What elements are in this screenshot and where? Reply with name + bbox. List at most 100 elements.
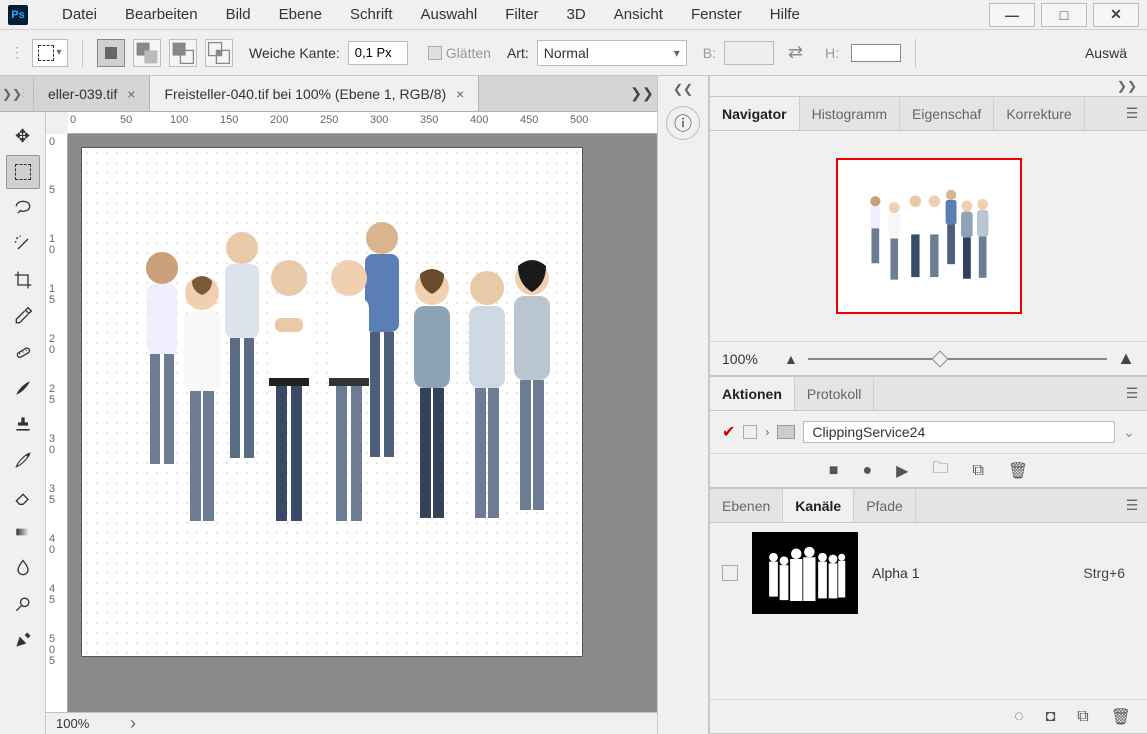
canvas-area: 050100150200250300350400450500 051 01 52… [46,112,657,734]
menu-ansicht[interactable]: Ansicht [600,2,677,27]
action-set-row[interactable]: ✔ › ClippingService24 ⌄ [718,417,1139,447]
chevron-down-icon[interactable]: ⌄ [1123,424,1135,441]
channel-thumbnail [752,532,858,614]
menu-bild[interactable]: Bild [212,2,265,27]
new-action-icon[interactable]: ⧉ [972,462,983,480]
zoom-readout[interactable]: 100% [56,716,126,731]
actions-footer: ■ ● ▶ 🗀 ⧉ 🗑 [710,453,1147,487]
antialias-checkbox[interactable]: Glätten [428,45,491,61]
close-icon[interactable]: × [127,86,135,102]
selection-new-icon[interactable] [97,39,125,67]
stamp-tool-icon[interactable] [6,407,40,441]
menu-hilfe[interactable]: Hilfe [756,2,814,27]
navigator-zoom-slider[interactable] [808,349,1107,369]
action-set-name[interactable]: ClippingService24 [803,421,1115,443]
menu-3d[interactable]: 3D [553,2,600,27]
style-label: Art: [507,45,529,61]
document-viewport[interactable] [68,134,657,712]
eraser-tool-icon[interactable] [6,479,40,513]
new-set-icon[interactable]: 🗀 [932,457,948,484]
info-panel-icon[interactable]: ⓘ [666,106,700,140]
menu-ebene[interactable]: Ebene [265,2,336,27]
menu-datei[interactable]: Datei [48,2,111,27]
play-icon[interactable]: ▶ [896,461,908,481]
brush-tool-icon[interactable] [6,371,40,405]
close-icon[interactable]: × [456,86,464,102]
document-canvas[interactable] [82,148,582,656]
tab-paths[interactable]: Pfade [854,489,916,522]
blur-tool-icon[interactable] [6,551,40,585]
load-selection-icon[interactable]: ◌ [1014,708,1024,726]
panel-menu-icon[interactable]: ☰ [1117,489,1147,522]
minimize-button[interactable]: — [989,3,1035,27]
gradient-tool-icon[interactable] [6,515,40,549]
menu-bearbeiten[interactable]: Bearbeiten [111,2,212,27]
folder-icon [777,425,795,439]
menu-filter[interactable]: Filter [491,2,552,27]
collapse-panels-icon[interactable]: ❯❯ [1117,79,1137,93]
trash-icon[interactable]: 🗑 [1111,707,1131,727]
channel-row-alpha1[interactable]: Alpha 1 Strg+6 [710,527,1147,619]
menu-fenster[interactable]: Fenster [677,2,756,27]
document-tab-2[interactable]: Freisteller-040.tif bei 100% (Ebene 1, R… [150,76,479,111]
collapsed-panel-strip: ❮❮ ⓘ [657,76,709,734]
move-tool-icon[interactable]: ✥ [6,119,40,153]
record-icon[interactable]: ● [862,462,872,480]
tab-layers[interactable]: Ebenen [710,489,783,522]
tab-navigator[interactable]: Navigator [710,97,800,130]
menu-auswahl[interactable]: Auswahl [407,2,492,27]
history-brush-tool-icon[interactable] [6,443,40,477]
save-selection-icon[interactable]: ◘ [1046,708,1056,726]
navigator-zoom-input[interactable]: 100% [722,351,774,367]
toggle-dialog-icon[interactable] [743,425,757,439]
dodge-tool-icon[interactable] [6,587,40,621]
swap-wh-icon[interactable]: ⇄ [788,42,803,63]
aspect-preview [851,44,901,62]
height-label: H: [825,45,839,61]
width-input[interactable] [724,41,774,65]
selection-intersect-icon[interactable] [205,39,233,67]
tab-actions[interactable]: Aktionen [710,377,795,410]
zoom-in-icon[interactable]: ▲ [1117,348,1135,369]
lasso-tool-icon[interactable] [6,191,40,225]
eyedropper-tool-icon[interactable] [6,299,40,333]
tab-adjustments[interactable]: Korrekture [994,97,1084,130]
main: ❯❯ ⋮⋮ eller-039.tif × Freisteller-040.ti… [0,76,1147,734]
trash-icon[interactable]: 🗑 [1008,461,1028,481]
tab-properties[interactable]: Eigenschaf [900,97,994,130]
titlebar: Ps Datei Bearbeiten Bild Ebene Schrift A… [0,0,1147,30]
close-button[interactable]: ✕ [1093,3,1139,27]
maximize-button[interactable]: □ [1041,3,1087,27]
selection-add-icon[interactable] [133,39,161,67]
style-select[interactable]: Normal [537,40,687,66]
expand-strip-icon[interactable]: ❮❮ [673,82,693,96]
chevron-right-icon[interactable]: › [765,425,769,439]
ruler-horizontal: 050100150200250300350400450500 [68,112,657,134]
heal-tool-icon[interactable] [6,335,40,369]
tool-preset-dropdown[interactable]: ▾ [32,39,68,67]
crop-tool-icon[interactable] [6,263,40,297]
select-edge-button[interactable]: Auswä [1075,41,1137,65]
panel-menu-icon[interactable]: ☰ [1117,97,1147,130]
tab-channels[interactable]: Kanäle [783,489,854,522]
menu-schrift[interactable]: Schrift [336,2,407,27]
marquee-tool-icon[interactable] [6,155,40,189]
status-chevron-icon[interactable]: › [130,713,136,734]
tabs-overflow-icon[interactable]: ❯❯ [627,76,657,111]
pen-tool-icon[interactable] [6,623,40,657]
visibility-toggle[interactable] [722,565,738,581]
navigator-thumbnail[interactable] [836,158,1022,314]
stop-icon[interactable]: ■ [829,462,839,480]
tab-histogram[interactable]: Histogramm [800,97,900,130]
new-channel-icon[interactable]: ⧉ [1077,708,1088,726]
panel-menu-icon[interactable]: ☰ [1117,377,1147,410]
feather-input[interactable] [348,41,408,65]
status-bar: 100% › [46,712,657,734]
document-tab-1[interactable]: eller-039.tif × [34,76,150,111]
check-icon[interactable]: ✔ [722,422,735,442]
magic-wand-tool-icon[interactable] [6,227,40,261]
zoom-out-icon[interactable]: ▲ [784,351,798,367]
work-row: ✥ 050100150200250300350400450500 [0,112,657,734]
selection-subtract-icon[interactable] [169,39,197,67]
tab-history[interactable]: Protokoll [795,377,874,410]
